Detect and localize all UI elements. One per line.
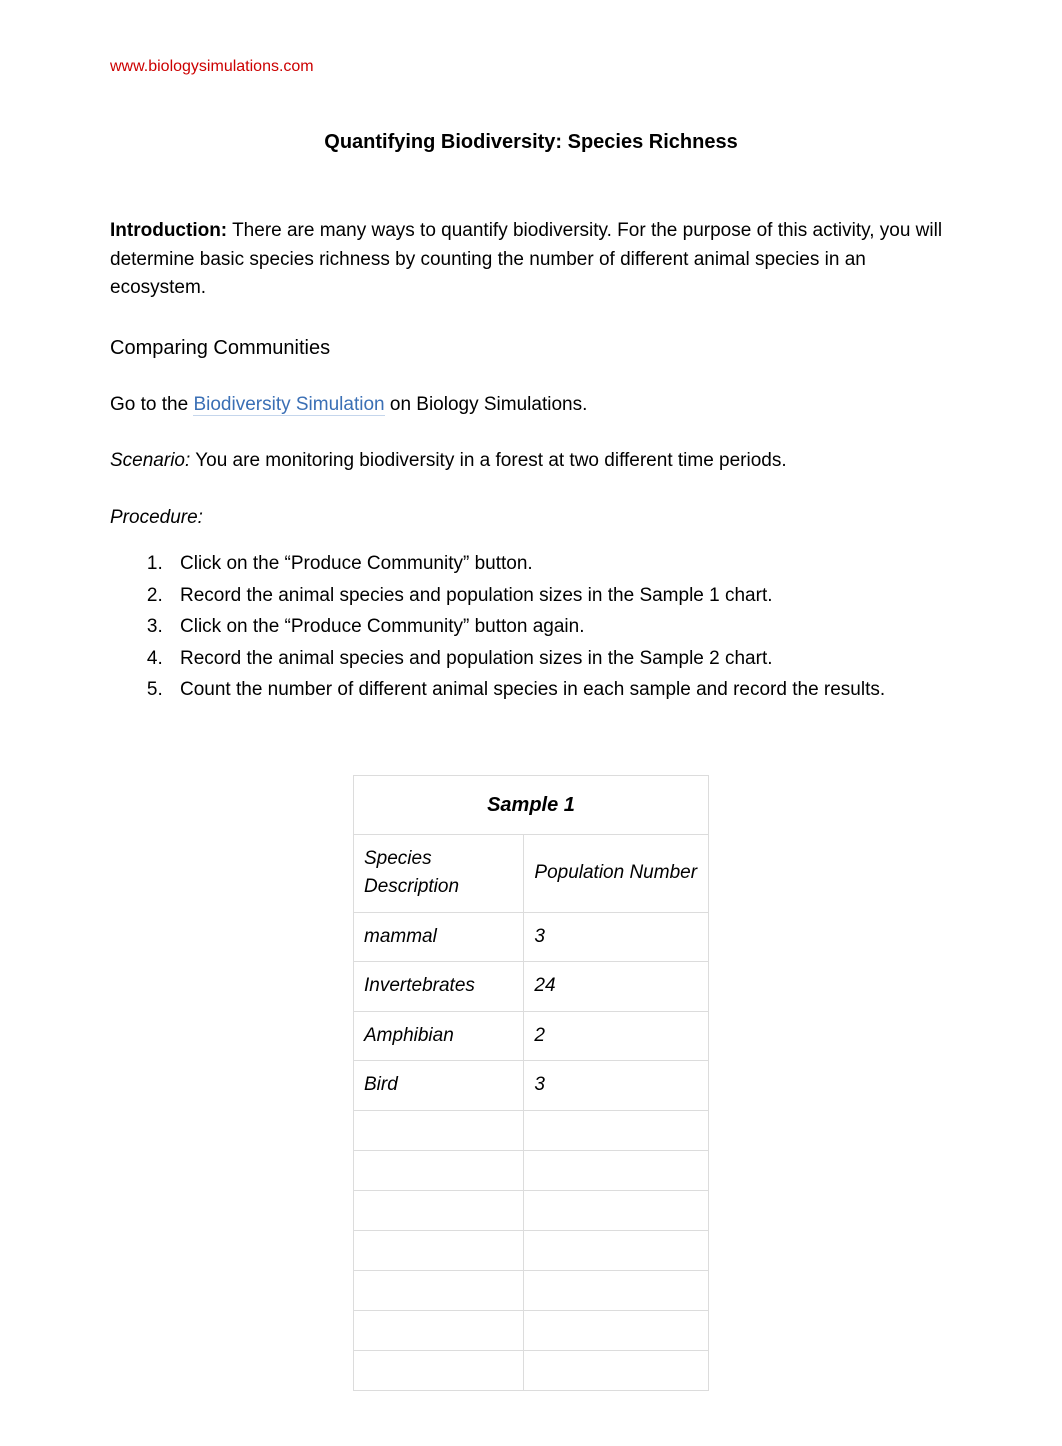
cell-population [524, 1310, 709, 1350]
goto-paragraph: Go to the Biodiversity Simulation on Bio… [110, 391, 952, 420]
cell-species [354, 1350, 524, 1390]
procedure-item: Count the number of different animal spe… [168, 676, 952, 705]
cell-population [524, 1110, 709, 1150]
section-heading: Comparing Communities [110, 333, 952, 363]
cell-population [524, 1150, 709, 1190]
procedure-item: Click on the “Produce Community” button … [168, 613, 952, 642]
cell-species: Amphibian [354, 1011, 524, 1061]
cell-population: 3 [524, 912, 709, 962]
introduction-label: Introduction: [110, 220, 227, 241]
scenario-label: Scenario: [110, 450, 190, 471]
column-header-population: Population Number [524, 834, 709, 912]
header-url-link[interactable]: www.biologysimulations.com [110, 55, 952, 79]
cell-population [524, 1230, 709, 1270]
cell-population: 24 [524, 962, 709, 1012]
table-row: Amphibian 2 [354, 1011, 709, 1061]
cell-species [354, 1190, 524, 1230]
cell-species [354, 1270, 524, 1310]
procedure-item: Record the animal species and population… [168, 645, 952, 674]
cell-population [524, 1350, 709, 1390]
table-row [354, 1350, 709, 1390]
scenario-paragraph: Scenario: You are monitoring biodiversit… [110, 447, 952, 476]
cell-population: 2 [524, 1011, 709, 1061]
table-row [354, 1150, 709, 1190]
table-row [354, 1230, 709, 1270]
table-row [354, 1110, 709, 1150]
introduction-text: There are many ways to quantify biodiver… [110, 220, 942, 298]
blurred-rows [354, 1110, 709, 1390]
cell-population: 3 [524, 1061, 709, 1111]
cell-species: mammal [354, 912, 524, 962]
table-container: Sample 1 Species Description Population … [110, 775, 952, 1391]
cell-species: Invertebrates [354, 962, 524, 1012]
procedure-list: Click on the “Produce Community” button.… [110, 550, 952, 705]
cell-species: Bird [354, 1061, 524, 1111]
goto-suffix: on Biology Simulations. [385, 394, 588, 415]
table-title: Sample 1 [354, 775, 709, 834]
table-row [354, 1310, 709, 1350]
table-row: Bird 3 [354, 1061, 709, 1111]
cell-species [354, 1310, 524, 1350]
cell-population [524, 1270, 709, 1310]
sample-table: Sample 1 Species Description Population … [353, 775, 709, 1391]
table-row: Invertebrates 24 [354, 962, 709, 1012]
table-row: mammal 3 [354, 912, 709, 962]
cell-species [354, 1150, 524, 1190]
scenario-text: You are monitoring biodiversity in a for… [190, 450, 786, 471]
cell-species [354, 1230, 524, 1270]
table-row [354, 1270, 709, 1310]
page-title: Quantifying Biodiversity: Species Richne… [110, 127, 952, 157]
cell-species [354, 1110, 524, 1150]
procedure-label: Procedure: [110, 504, 952, 533]
procedure-item: Click on the “Produce Community” button. [168, 550, 952, 579]
introduction-paragraph: Introduction: There are many ways to qua… [110, 217, 952, 303]
cell-population [524, 1190, 709, 1230]
table-row [354, 1190, 709, 1230]
biodiversity-simulation-link[interactable]: Biodiversity Simulation [193, 394, 384, 416]
procedure-item: Record the animal species and population… [168, 582, 952, 611]
column-header-species: Species Description [354, 834, 524, 912]
goto-prefix: Go to the [110, 394, 193, 415]
